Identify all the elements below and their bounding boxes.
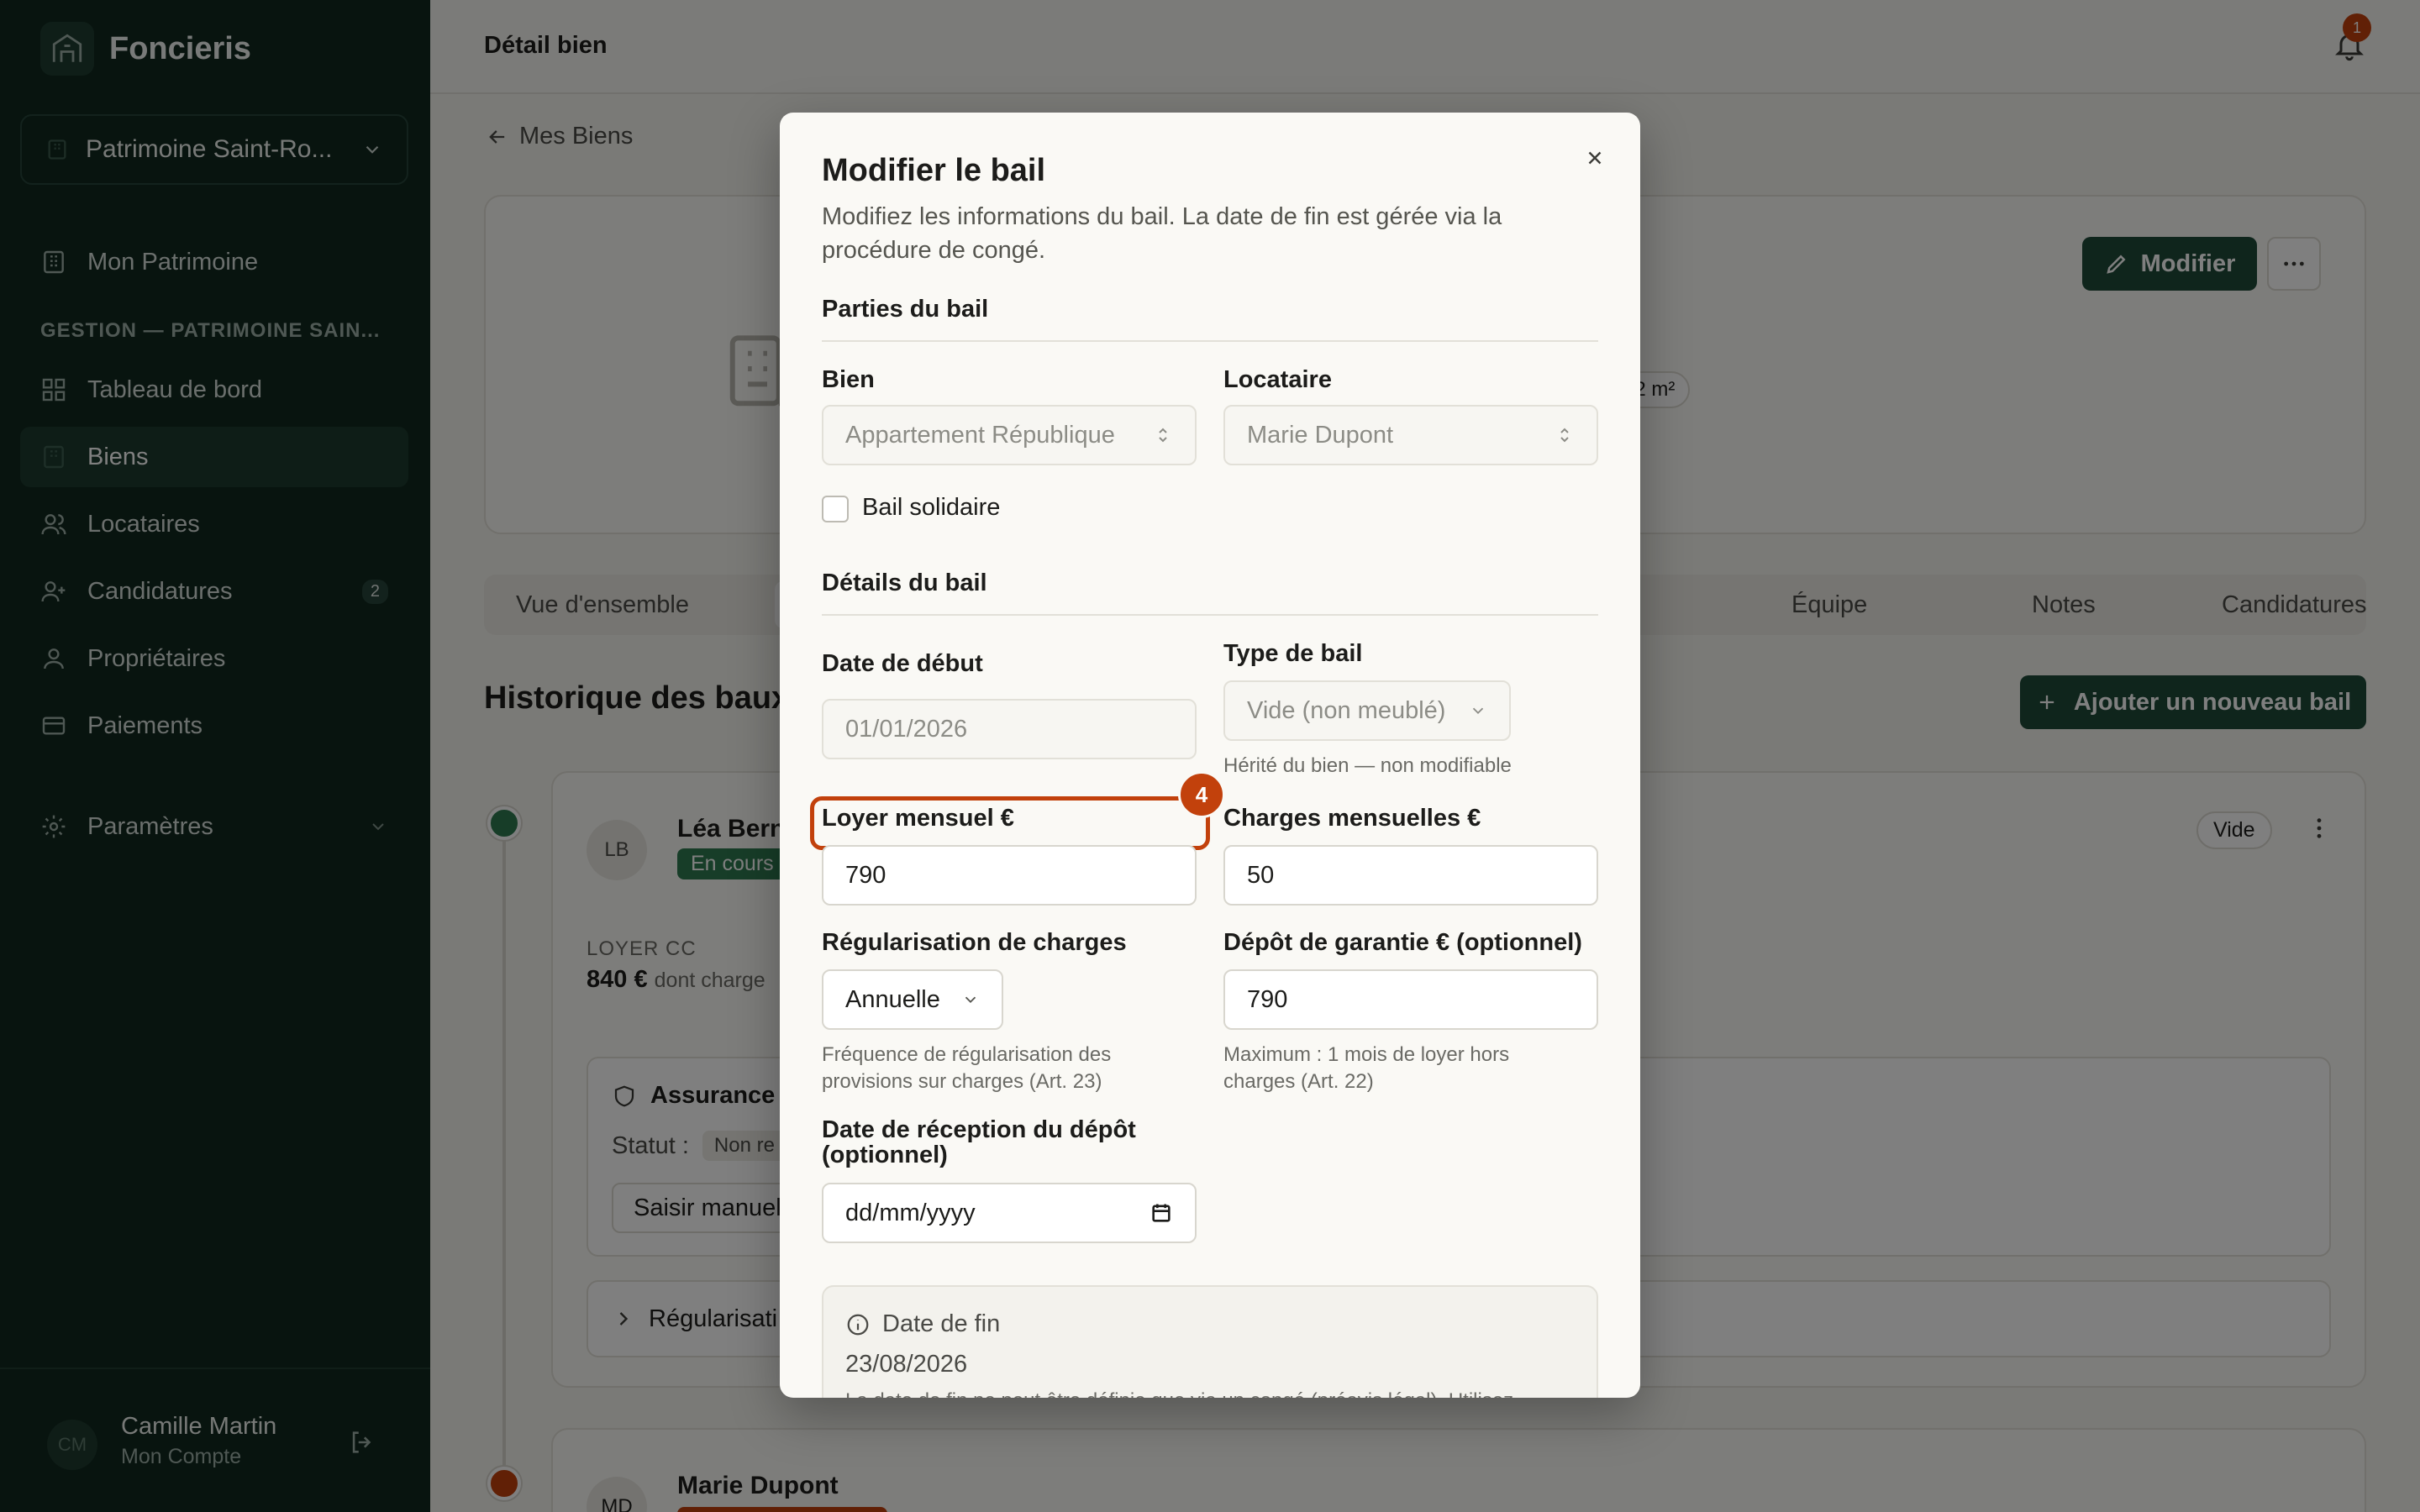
chevrons-up-down-icon xyxy=(1560,428,1569,443)
edit-lease-dialog: Modifier le bail Modifiez les informatio… xyxy=(780,113,1640,1398)
bail-solidaire-checkbox[interactable] xyxy=(822,496,849,522)
locataire-label: Locataire xyxy=(1223,366,1332,393)
step-badge: 4 xyxy=(1178,771,1225,818)
type-bail-label: Type de bail xyxy=(1223,640,1363,667)
date-fin-info: Date de fin 23/08/2026 La date de fin ne… xyxy=(822,1285,1598,1398)
depot-input[interactable]: 790 xyxy=(1223,969,1598,1030)
regularisation-label: Régularisation de charges xyxy=(822,929,1127,956)
calendar-icon[interactable] xyxy=(1150,1201,1173,1225)
reception-placeholder: dd/mm/yyyy xyxy=(845,1199,976,1226)
charges-value: 50 xyxy=(1247,861,1275,889)
bien-value: Appartement République xyxy=(845,421,1115,449)
bien-select[interactable]: Appartement République xyxy=(822,405,1197,465)
date-fin-title-label: Date de fin xyxy=(882,1310,1001,1337)
charges-input[interactable]: 50 xyxy=(1223,845,1598,906)
chevron-down-icon xyxy=(1472,707,1484,715)
close-icon[interactable] xyxy=(1578,141,1612,175)
date-debut-input[interactable]: 01/01/2026 xyxy=(822,699,1197,759)
section-details: Détails du bail xyxy=(822,570,1598,616)
loyer-label: Loyer mensuel € xyxy=(822,805,1014,832)
dialog-title: Modifier le bail xyxy=(822,153,1046,188)
date-debut-label: Date de début xyxy=(822,650,983,677)
date-fin-title: Date de fin xyxy=(845,1310,1000,1338)
regularisation-value: Annuelle xyxy=(845,985,940,1013)
type-bail-value: Vide (non meublé) xyxy=(1247,696,1446,724)
depot-label: Dépôt de garantie € (optionnel) xyxy=(1223,929,1582,956)
dialog-description: Modifiez les informations du bail. La da… xyxy=(822,203,1502,264)
locataire-value: Marie Dupont xyxy=(1247,421,1394,449)
charges-label: Charges mensuelles € xyxy=(1223,805,1481,832)
loyer-value: 790 xyxy=(845,861,886,889)
date-fin-note: La date de fin ne peut être définie que … xyxy=(845,1389,1513,1398)
depot-value: 790 xyxy=(1247,985,1288,1013)
locataire-select[interactable]: Marie Dupont xyxy=(1223,405,1598,465)
reception-label: Date de réception du dépôt (optionnel) xyxy=(822,1116,1136,1168)
section-parties: Parties du bail xyxy=(822,296,1598,342)
depot-help: Maximum : 1 mois de loyer hors charges (… xyxy=(1223,1043,1510,1093)
chevrons-up-down-icon xyxy=(1159,428,1167,443)
loyer-input[interactable]: 790 xyxy=(822,845,1197,906)
type-bail-select[interactable]: Vide (non meublé) xyxy=(1223,680,1511,741)
reception-date-input[interactable]: dd/mm/yyyy xyxy=(822,1183,1197,1243)
type-bail-help: Hérité du bien — non modifiable xyxy=(1223,754,1512,777)
bien-label: Bien xyxy=(822,366,875,393)
info-icon xyxy=(847,1314,869,1335)
date-debut-value: 01/01/2026 xyxy=(845,715,968,743)
date-fin-value: 23/08/2026 xyxy=(845,1351,968,1378)
regularisation-select[interactable]: Annuelle xyxy=(822,969,1003,1030)
chevron-down-icon xyxy=(965,996,976,1004)
bail-solidaire-label: Bail solidaire xyxy=(862,494,1001,521)
regularisation-help: Fréquence de régularisation des provisio… xyxy=(822,1043,1112,1093)
